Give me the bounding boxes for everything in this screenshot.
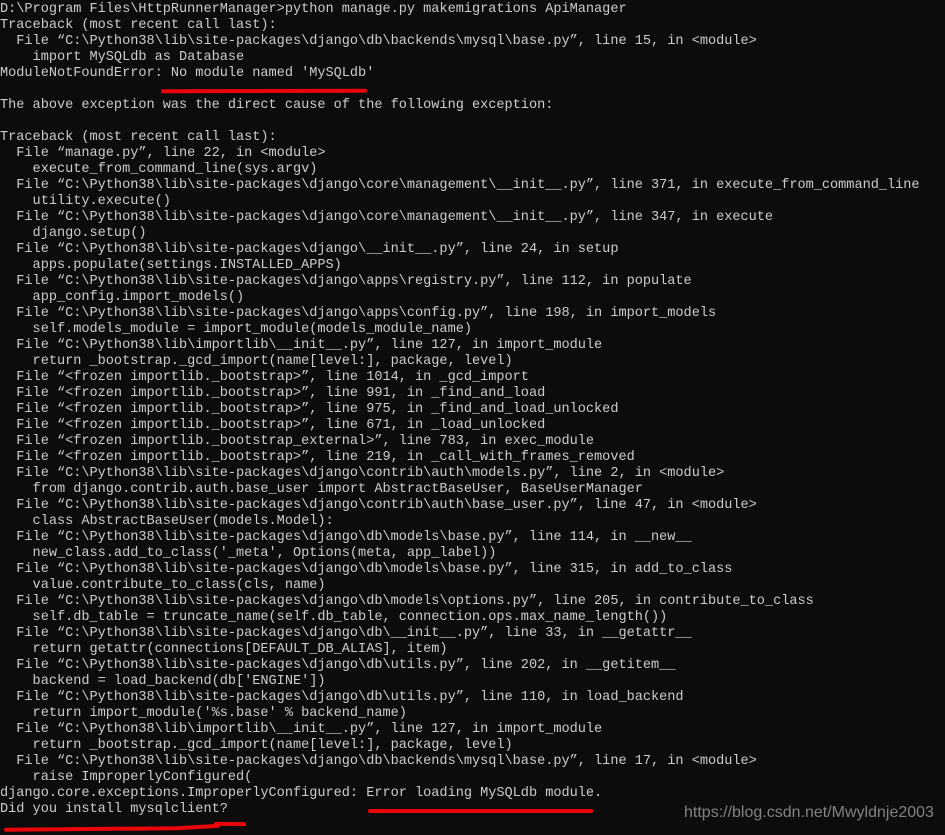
console-line: File “C:\Python38\lib\importlib\__init__… <box>0 722 603 737</box>
console-line: File “manage.py”, line 22, in <module> <box>0 146 326 161</box>
watermark-url: https://blog.csdn.net/Mwyldnje2003 <box>684 804 934 821</box>
console-line: backend = load_backend(db['ENGINE']) <box>0 674 326 689</box>
console-line: File “C:\Python38\lib\site-packages\djan… <box>0 530 692 545</box>
console-line: File “C:\Python38\lib\site-packages\djan… <box>0 658 676 673</box>
console-line: return _bootstrap._gcd_import(name[level… <box>0 354 513 369</box>
console-line: app_config.import_models() <box>0 290 245 305</box>
console-line: apps.populate(settings.INSTALLED_APPS) <box>0 258 342 273</box>
console-line: File “<frozen importlib._bootstrap>”, li… <box>0 418 546 433</box>
console-line: File “C:\Python38\lib\site-packages\djan… <box>0 562 733 577</box>
console-line: File “C:\Python38\lib\site-packages\djan… <box>0 690 684 705</box>
console-line: Traceback (most recent call last): <box>0 18 277 33</box>
console-line: value.contribute_to_class(cls, name) <box>0 578 326 593</box>
console-line: File “C:\Python38\lib\site-packages\djan… <box>0 242 619 257</box>
console-line: File “<frozen importlib._bootstrap>”, li… <box>0 370 529 385</box>
console-line: django.core.exceptions.ImproperlyConfigu… <box>0 786 603 801</box>
console-line: execute_from_command_line(sys.argv) <box>0 162 318 177</box>
console-line: self.db_table = truncate_name(self.db_ta… <box>0 610 668 625</box>
console-line: import MySQLdb as Database <box>0 50 245 65</box>
console-line: File “C:\Python38\lib\site-packages\djan… <box>0 466 725 481</box>
console-line: File “C:\Python38\lib\importlib\__init__… <box>0 338 603 353</box>
console-line: File “C:\Python38\lib\site-packages\djan… <box>0 210 774 225</box>
console-window[interactable]: D:\Program Files\HttpRunnerManager>pytho… <box>0 0 945 835</box>
console-line: File “C:\Python38\lib\site-packages\djan… <box>0 274 692 289</box>
console-line: Traceback (most recent call last): <box>0 130 277 145</box>
console-line: File “<frozen importlib._bootstrap>”, li… <box>0 386 546 401</box>
console-line: new_class.add_to_class('_meta', Options(… <box>0 546 497 561</box>
console-line: django.setup() <box>0 226 147 241</box>
console-line: File “<frozen importlib._bootstrap>”, li… <box>0 450 635 465</box>
console-line: raise ImproperlyConfigured( <box>0 770 253 785</box>
console-line: from django.contrib.auth.base_user impor… <box>0 482 643 497</box>
console-line: self.models_module = import_module(model… <box>0 322 472 337</box>
console-line: File “C:\Python38\lib\site-packages\djan… <box>0 594 814 609</box>
console-line: utility.execute() <box>0 194 171 209</box>
console-line: File “C:\Python38\lib\site-packages\djan… <box>0 34 757 49</box>
console-line: File “C:\Python38\lib\site-packages\djan… <box>0 754 757 769</box>
underline-did-you-install-mysqlclient-icon <box>3 826 181 832</box>
console-line: File “C:\Python38\lib\site-packages\djan… <box>0 178 920 193</box>
console-line: File “<frozen importlib._bootstrap_exter… <box>0 434 595 449</box>
console-line: File “C:\Python38\lib\site-packages\djan… <box>0 626 692 641</box>
console-line: return import_module('%s.base' % backend… <box>0 706 407 721</box>
console-line: return getattr(connections[DEFAULT_DB_AL… <box>0 642 448 657</box>
console-line: File “C:\Python38\lib\site-packages\djan… <box>0 306 717 321</box>
console-line: class AbstractBaseUser(models.Model): <box>0 514 334 529</box>
underline-did-you-install-mysqlclient-stroke3-icon <box>213 821 247 827</box>
underline-did-you-install-mysqlclient-stroke2-icon <box>175 823 221 831</box>
console-line: The above exception was the direct cause… <box>0 98 554 113</box>
console-line: File “<frozen importlib._bootstrap>”, li… <box>0 402 619 417</box>
console-line: File “C:\Python38\lib\site-packages\djan… <box>0 498 757 513</box>
console-line: D:\Program Files\HttpRunnerManager>pytho… <box>0 2 627 17</box>
console-line: ModuleNotFoundError: No module named 'My… <box>0 66 375 81</box>
console-output-text: D:\Program Files\HttpRunnerManager>pytho… <box>0 0 945 818</box>
console-line: return _bootstrap._gcd_import(name[level… <box>0 738 513 753</box>
